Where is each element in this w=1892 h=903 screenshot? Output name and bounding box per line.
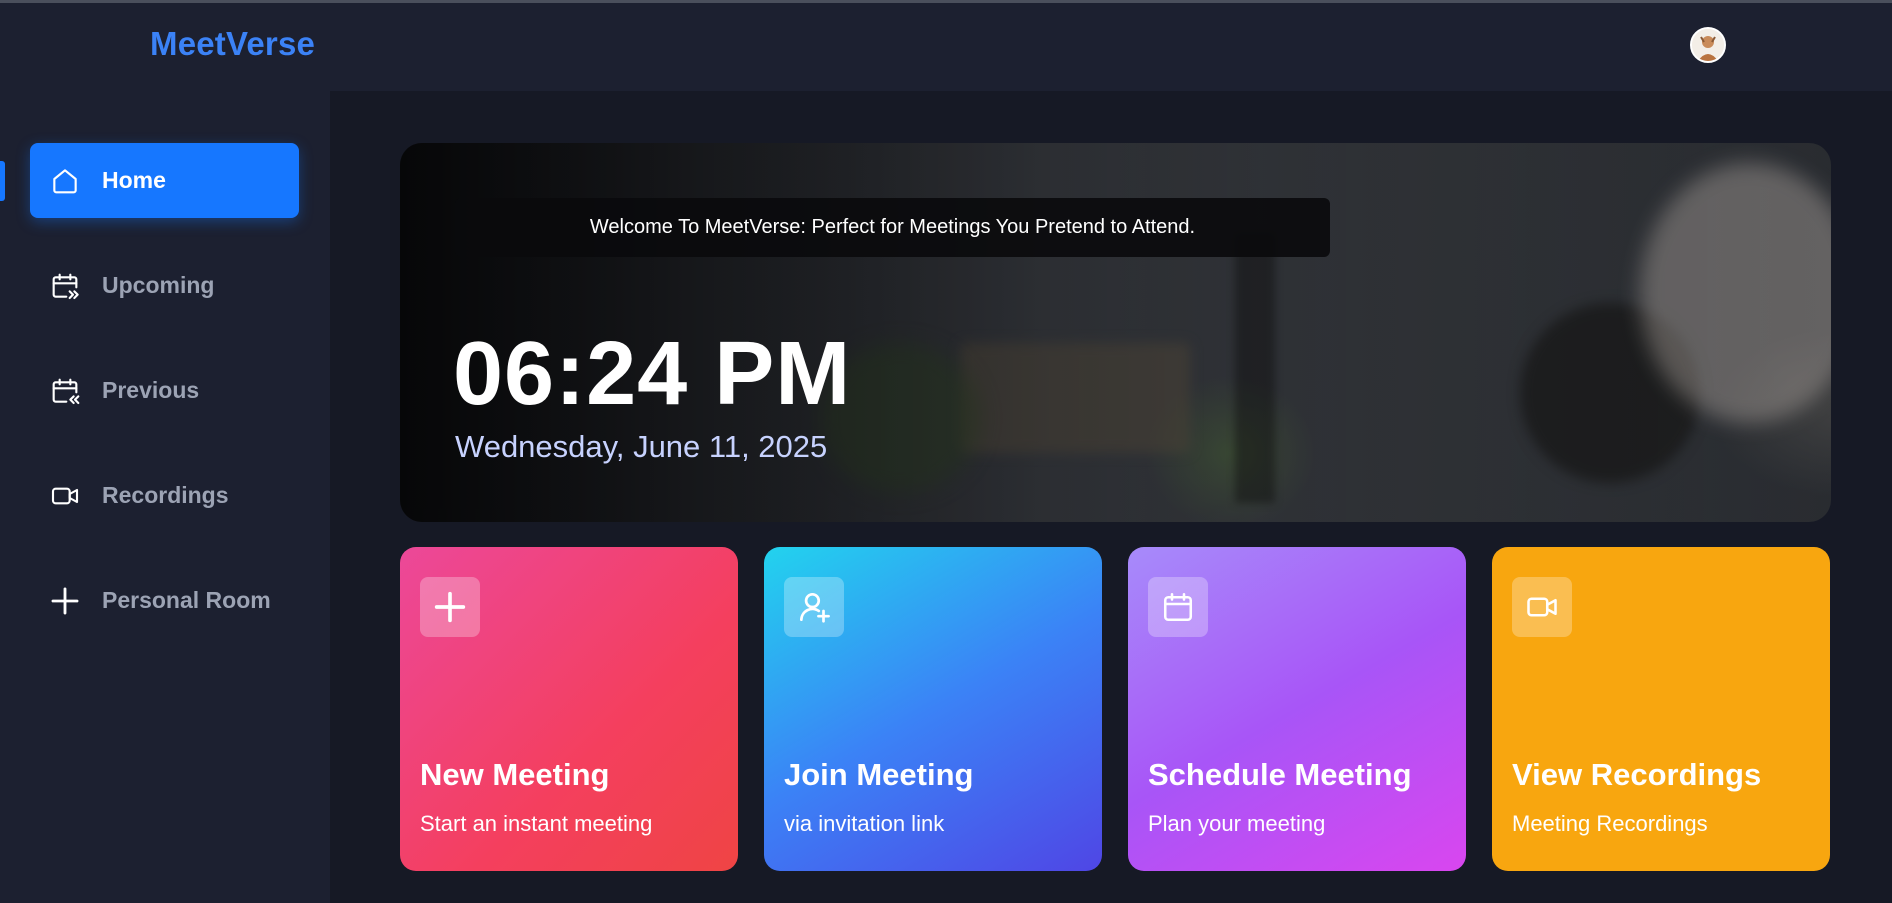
new-meeting-card[interactable]: New Meeting Start an instant meeting	[400, 547, 738, 871]
join-meeting-card[interactable]: Join Meeting via invitation link	[764, 547, 1102, 871]
sidebar-item-label: Personal Room	[102, 587, 271, 613]
sidebar-item-label: Home	[102, 167, 166, 193]
hero-banner: Welcome To MeetVerse: Perfect for Meetin…	[400, 143, 1831, 522]
active-indicator	[0, 161, 5, 201]
card-title: Join Meeting	[784, 757, 974, 792]
user-avatar[interactable]	[1690, 27, 1726, 63]
calendar-forward-icon	[48, 269, 82, 303]
sidebar-item-label: Recordings	[102, 482, 229, 508]
home-icon	[48, 164, 82, 198]
plus-icon	[420, 577, 480, 637]
sidebar-item-home[interactable]: Home	[30, 143, 299, 218]
calendar-icon	[1148, 577, 1208, 637]
current-time: 06:24 PM	[453, 324, 852, 424]
welcome-banner: Welcome To MeetVerse: Perfect for Meetin…	[455, 198, 1330, 257]
sidebar-item-upcoming[interactable]: Upcoming	[30, 248, 299, 323]
sidebar-item-recordings[interactable]: Recordings	[30, 458, 299, 533]
schedule-meeting-card[interactable]: Schedule Meeting Plan your meeting	[1128, 547, 1466, 871]
sidebar-item-label: Previous	[102, 377, 200, 403]
video-icon	[48, 479, 82, 513]
sidebar-item-previous[interactable]: Previous	[30, 353, 299, 428]
user-plus-icon	[784, 577, 844, 637]
plus-icon	[48, 584, 82, 618]
card-title: Schedule Meeting	[1148, 757, 1412, 792]
card-title: New Meeting	[420, 757, 610, 792]
card-title: View Recordings	[1512, 757, 1762, 792]
sidebar-item-personal-room[interactable]: Personal Room	[30, 563, 299, 638]
card-subtitle: Meeting Recordings	[1512, 811, 1708, 836]
sidebar-item-label: Upcoming	[102, 272, 215, 298]
card-subtitle: Start an instant meeting	[420, 811, 653, 836]
card-subtitle: via invitation link	[784, 811, 945, 836]
video-icon	[1512, 577, 1572, 637]
current-date: Wednesday, June 11, 2025	[455, 429, 828, 464]
sidebar: Home Upcoming Previous Recordings Person…	[0, 91, 330, 903]
view-recordings-card[interactable]: View Recordings Meeting Recordings	[1492, 547, 1830, 871]
card-subtitle: Plan your meeting	[1148, 811, 1326, 836]
calendar-back-icon	[48, 374, 82, 408]
brand-logo[interactable]: MeetVerse	[150, 25, 315, 63]
top-navbar: MeetVerse	[0, 3, 1892, 91]
avatar-image	[1692, 29, 1724, 61]
